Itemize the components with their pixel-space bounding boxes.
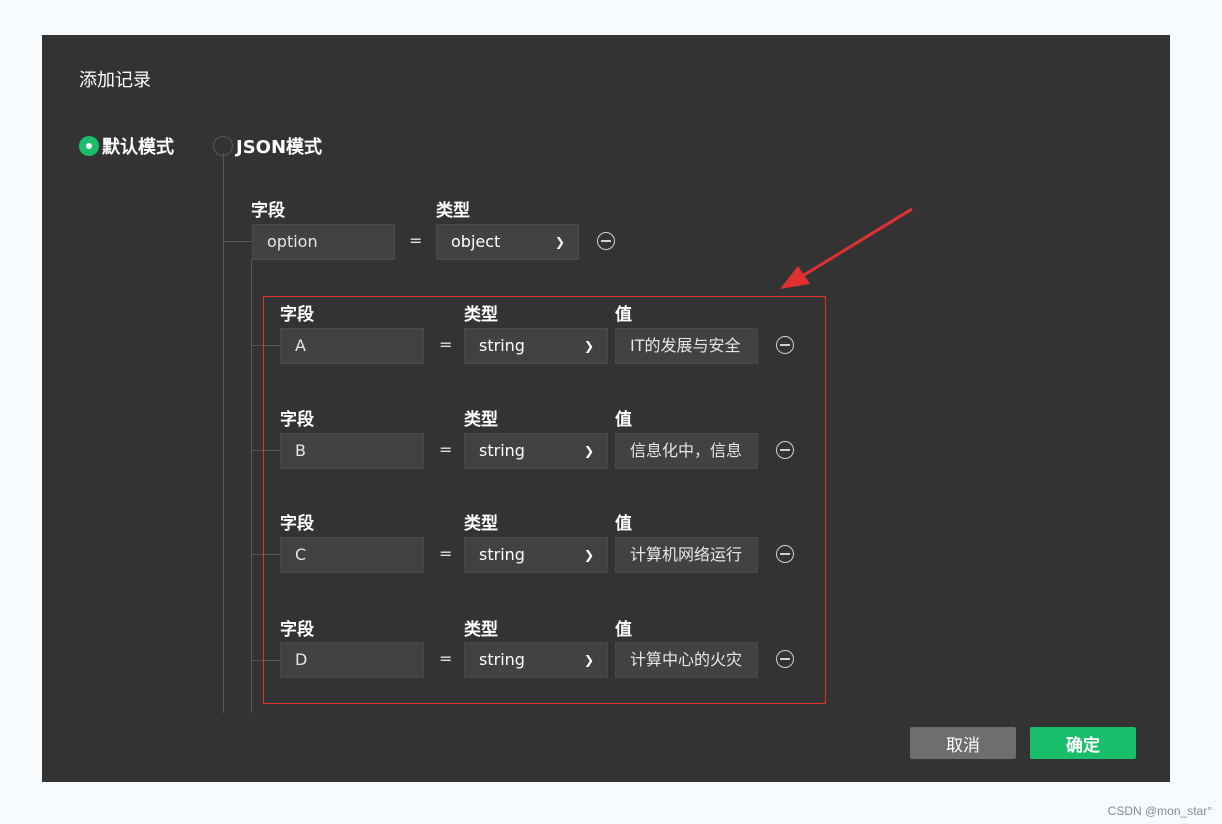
- annotation-arrow-icon: [780, 207, 913, 289]
- watermark: CSDN @mon_star°: [1107, 804, 1212, 818]
- confirm-button[interactable]: 确定: [1030, 727, 1136, 759]
- add-record-dialog: 添加记录 默认模式 JSON模式 字段 类型 option = object ❯…: [42, 35, 1170, 782]
- cancel-button[interactable]: 取消: [910, 727, 1016, 759]
